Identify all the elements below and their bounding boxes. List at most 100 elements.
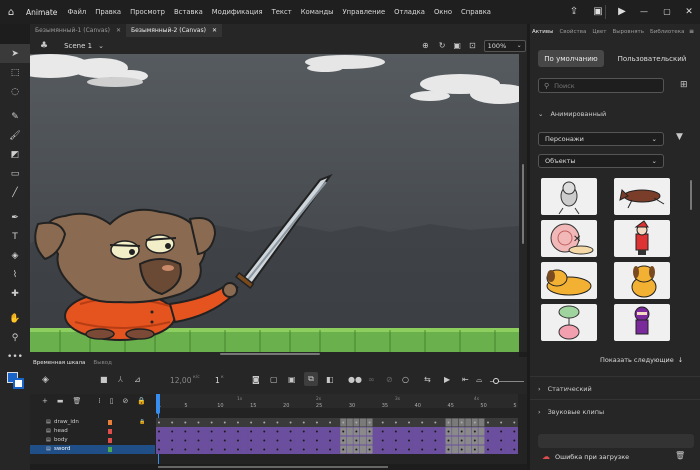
- panel-splitter[interactable]: [527, 24, 530, 470]
- grid-view-icon[interactable]: ⊞: [680, 80, 688, 90]
- text-tool-icon[interactable]: T: [0, 227, 30, 246]
- layer-name[interactable]: head: [54, 428, 106, 434]
- center-frame-icon[interactable]: ⇤: [462, 375, 469, 384]
- frame-cell[interactable]: [399, 418, 406, 427]
- frame-cell[interactable]: [346, 445, 353, 454]
- frame-cell[interactable]: [320, 436, 327, 445]
- frame-cell[interactable]: [425, 436, 432, 445]
- edit-multiple-frames-icon[interactable]: ◧: [326, 375, 334, 384]
- menu-modify[interactable]: Модификация: [212, 8, 263, 16]
- default-assets-button[interactable]: По умолчанию: [538, 50, 604, 67]
- layer-frames[interactable]: [156, 427, 518, 436]
- frame-cell[interactable]: [215, 436, 222, 445]
- more-tools-icon[interactable]: •••: [0, 347, 30, 366]
- close-icon[interactable]: ✕: [681, 4, 697, 20]
- frame-cell[interactable]: [267, 445, 274, 454]
- keyframe-loop-icon[interactable]: ○: [402, 375, 409, 384]
- frame-cell[interactable]: [281, 436, 287, 445]
- frame-cell[interactable]: [504, 436, 511, 445]
- frame-cell[interactable]: [399, 436, 406, 445]
- rotate-stage-icon[interactable]: ↻: [439, 41, 446, 50]
- center-stage-icon[interactable]: ⊕: [422, 41, 429, 50]
- frame-cell[interactable]: [228, 436, 235, 445]
- frame-cell[interactable]: [465, 436, 472, 445]
- frame-cell[interactable]: [215, 445, 222, 454]
- layer-row[interactable]: ▤ head: [30, 427, 155, 436]
- frame-cell[interactable]: [307, 427, 314, 436]
- frame-cell[interactable]: [215, 427, 222, 436]
- eraser-tool-icon[interactable]: ◩: [0, 145, 30, 164]
- lock-icon[interactable]: 🔒: [139, 419, 145, 425]
- frame-cell[interactable]: [254, 445, 261, 454]
- frame-cell[interactable]: [412, 436, 419, 445]
- asset-thumbnail-snail[interactable]: ✕: [541, 220, 597, 257]
- frame-cell[interactable]: [373, 418, 380, 427]
- frame-cell[interactable]: [491, 445, 498, 454]
- frame-cell[interactable]: [386, 427, 393, 436]
- hide-layers-icon[interactable]: ⊘: [122, 397, 128, 405]
- home-icon[interactable]: ⌂: [2, 7, 20, 18]
- frame-cell[interactable]: [202, 436, 209, 445]
- minimize-icon[interactable]: —: [636, 4, 652, 20]
- show-outline-icon[interactable]: ▯: [110, 397, 114, 405]
- delete-layer-icon[interactable]: 🗑: [73, 397, 82, 405]
- menu-file[interactable]: Файл: [67, 8, 86, 16]
- frame-cell[interactable]: [452, 436, 459, 445]
- selection-tool-icon[interactable]: ➤: [0, 44, 30, 63]
- frame-cell[interactable]: [452, 418, 459, 427]
- test-movie-icon[interactable]: ▶: [614, 4, 630, 20]
- frame-cell[interactable]: [254, 427, 261, 436]
- layer-frames[interactable]: [156, 445, 518, 454]
- highlight-layers-icon[interactable]: ⁞: [98, 397, 100, 405]
- loop-icon[interactable]: ⇆: [424, 375, 431, 384]
- frame-cell[interactable]: [162, 418, 169, 427]
- frame-cell[interactable]: [281, 418, 287, 427]
- paint-bucket-tool-icon[interactable]: ◈: [0, 246, 30, 265]
- asset-thumbnail-santa[interactable]: [614, 220, 670, 257]
- frame-cell[interactable]: [438, 436, 445, 445]
- frame-cell[interactable]: [175, 436, 182, 445]
- frame-cell[interactable]: [241, 445, 248, 454]
- add-layer-icon[interactable]: +: [42, 397, 48, 405]
- frame-cell[interactable]: [241, 436, 248, 445]
- frame-cell[interactable]: [320, 427, 327, 436]
- frame-cell[interactable]: [254, 418, 261, 427]
- frame-cell[interactable]: [491, 418, 498, 427]
- frame-cell[interactable]: [294, 418, 301, 427]
- frame-cell[interactable]: [491, 436, 498, 445]
- frame-cell[interactable]: [333, 418, 340, 427]
- frame-cell[interactable]: [478, 427, 485, 436]
- stage-canvas[interactable]: [30, 54, 519, 352]
- asset-thumbnail-ninja[interactable]: [614, 304, 670, 341]
- share-icon[interactable]: ⇪: [566, 4, 582, 20]
- frame-cell[interactable]: [438, 445, 445, 454]
- frame-cell[interactable]: [162, 445, 169, 454]
- frame-cell[interactable]: [175, 445, 182, 454]
- frame-cell[interactable]: [438, 418, 445, 427]
- frame-cell[interactable]: [373, 427, 380, 436]
- brush-tool-icon[interactable]: ✎: [0, 107, 30, 126]
- lock-layers-icon[interactable]: 🔒: [137, 397, 146, 405]
- assets-scrollbar[interactable]: [690, 180, 692, 210]
- frame-cell[interactable]: [241, 418, 248, 427]
- trash-icon[interactable]: 🗑: [675, 451, 685, 460]
- tab-output[interactable]: Вывод: [93, 360, 112, 366]
- chevron-down-icon[interactable]: ⌄: [98, 42, 104, 50]
- graph-icon[interactable]: ⊿: [134, 375, 141, 384]
- section-static[interactable]: › Статический: [538, 385, 592, 393]
- menu-edit[interactable]: Правка: [95, 8, 121, 16]
- frame-cell[interactable]: [465, 427, 472, 436]
- layer-name[interactable]: sword: [54, 446, 106, 452]
- frame-cell[interactable]: [267, 436, 274, 445]
- fit-stage-icon[interactable]: ⊡: [469, 41, 476, 50]
- scene-label[interactable]: Scene 1: [64, 42, 92, 50]
- clip-stage-icon[interactable]: ▣: [453, 41, 461, 50]
- frame-ruler[interactable]: 1510152025303540455051s2s3s4s: [156, 394, 518, 409]
- frame-cell[interactable]: [399, 445, 406, 454]
- frame-cell[interactable]: [188, 436, 195, 445]
- paint-brush-tool-icon[interactable]: 🖌: [0, 126, 30, 145]
- zoom-out-icon[interactable]: ⌓: [476, 375, 482, 385]
- asset-thumbnail-skeleton[interactable]: [541, 178, 597, 215]
- tab-color[interactable]: Цвет: [592, 29, 606, 35]
- frame-cell[interactable]: [478, 445, 485, 454]
